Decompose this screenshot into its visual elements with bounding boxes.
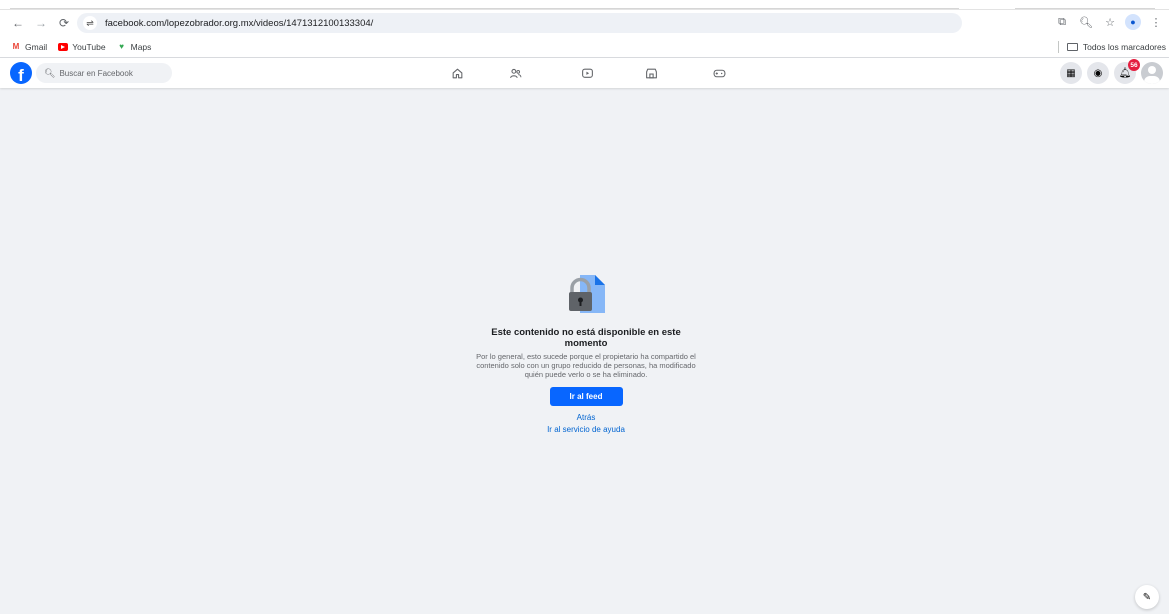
unavailable-description: Por lo general, esto sucede porque el pr…: [476, 352, 696, 379]
browser-toolbar: ← → ⟳ ⇌ facebook.com/lopezobrador.org.mx…: [0, 10, 1169, 36]
profile-icon[interactable]: ●: [1125, 14, 1141, 30]
new-message-icon[interactable]: ✎: [1135, 585, 1159, 609]
bookmarks-bar: M Gmail YouTube ♥ Maps Todos los marcado…: [0, 36, 1169, 58]
bookmark-youtube-label: YouTube: [72, 41, 106, 52]
reload-icon[interactable]: ⟳: [54, 13, 74, 33]
notification-count-badge: 56: [1128, 59, 1140, 71]
go-to-feed-button[interactable]: Ir al feed: [549, 387, 623, 406]
zoom-icon[interactable]: 🔍︎: [1077, 13, 1095, 31]
forward-arrow-icon[interactable]: →: [31, 13, 51, 33]
bookmark-maps-label: Maps: [130, 41, 152, 52]
unavailable-heading: Este contenido no está disponible en est…: [491, 327, 681, 349]
facebook-search[interactable]: 🔍︎: [36, 63, 172, 83]
bookmark-youtube[interactable]: YouTube: [58, 41, 106, 52]
url-text[interactable]: facebook.com/lopezobrador.org.mx/videos/…: [105, 18, 373, 29]
nav-marketplace[interactable]: [621, 58, 681, 88]
all-bookmarks-label: Todos los marcadores: [1082, 42, 1166, 52]
nav-friends[interactable]: [485, 58, 545, 88]
nav-home[interactable]: [427, 58, 487, 88]
tab-strip-divider: [10, 8, 959, 9]
toolbar-right: ⧉ 🔍︎ ☆ ● ⋮: [1053, 13, 1165, 31]
locked-content-icon: [561, 271, 611, 317]
folder-icon: [1066, 43, 1078, 51]
notifications-bell-icon[interactable]: 🔔︎ 56: [1114, 59, 1140, 84]
address-bar[interactable]: ⇌ facebook.com/lopezobrador.org.mx/video…: [77, 13, 962, 33]
facebook-header: f 🔍︎ ▦ ◉ 🔔︎ 56: [0, 58, 1169, 88]
facebook-logo-icon[interactable]: f: [10, 62, 32, 84]
back-link[interactable]: Atrás: [476, 413, 696, 422]
facebook-header-right: ▦ ◉ 🔔︎ 56: [1060, 59, 1163, 84]
kebab-menu-icon[interactable]: ⋮: [1147, 13, 1165, 31]
maps-icon: ♥: [119, 42, 124, 51]
help-center-link[interactable]: Ir al servicio de ayuda: [476, 425, 696, 434]
bookmark-gmail-label: Gmail: [25, 41, 48, 52]
tab-strip-divider-right: [1015, 8, 1155, 9]
bookmarks-separator: [1057, 41, 1059, 53]
search-icon: 🔍︎: [44, 67, 56, 78]
watch-icon: [581, 68, 593, 78]
bookmark-maps[interactable]: ♥ Maps: [117, 41, 152, 52]
tab-strip: [0, 0, 1169, 10]
menu-grid-icon[interactable]: ▦: [1060, 62, 1082, 84]
friends-icon: [509, 68, 521, 78]
bookmark-gmail[interactable]: M Gmail: [11, 41, 48, 52]
main-content: Este contenido no está disponible en est…: [0, 88, 1169, 614]
avatar[interactable]: [1141, 62, 1163, 84]
gmail-icon: M: [12, 42, 20, 51]
content-unavailable-panel: Este contenido no está disponible en est…: [476, 271, 696, 434]
back-arrow-icon[interactable]: ←: [8, 13, 28, 33]
home-icon: [452, 68, 462, 78]
messenger-icon[interactable]: ◉: [1087, 62, 1109, 84]
marketplace-icon: [645, 68, 657, 78]
all-bookmarks[interactable]: Todos los marcadores: [1057, 41, 1166, 53]
youtube-icon: [58, 42, 69, 51]
site-settings-icon[interactable]: ⇌: [83, 16, 97, 30]
cast-icon[interactable]: ⧉: [1053, 13, 1071, 31]
search-input[interactable]: [59, 68, 170, 78]
bookmark-star-icon[interactable]: ☆: [1101, 13, 1119, 31]
nav-watch[interactable]: [557, 58, 617, 88]
nav-gaming[interactable]: [689, 58, 749, 88]
gaming-icon: [713, 69, 725, 77]
